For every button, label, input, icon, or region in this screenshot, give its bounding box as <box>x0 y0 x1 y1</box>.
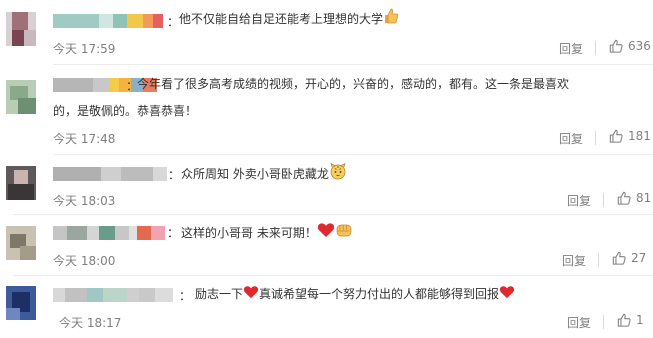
comment-list: ： 他不仅能自给自足还能考上理想的大学 今天 17:59 回复 636 ： 今年… <box>0 0 653 338</box>
comment-text: 这样的小哥哥 未来可期！ <box>181 221 353 246</box>
separator <box>595 131 596 145</box>
red-heart-emoji <box>243 284 259 306</box>
like-count: 181 <box>628 129 651 143</box>
username[interactable] <box>53 288 173 302</box>
like-count: 27 <box>631 251 647 265</box>
colon: ： <box>167 226 180 240</box>
username[interactable] <box>53 226 165 240</box>
comment-item: ： 励志一下 真诚希望每一个努力付出的人都能够得到回报 今天 18:17 回复 1 <box>0 276 653 338</box>
username[interactable] <box>53 14 163 28</box>
comment-item: ： 他不仅能自给自足还能考上理想的大学 今天 17:59 回复 636 <box>0 0 653 68</box>
reply-button[interactable]: 回复 <box>567 192 591 209</box>
like-button[interactable]: 81 <box>617 191 651 205</box>
avatar[interactable] <box>6 80 36 114</box>
tiger-emoji <box>329 162 347 187</box>
like-button[interactable]: 27 <box>612 251 646 265</box>
comment-text: 他不仅能自给自足还能考上理想的大学 <box>179 8 399 31</box>
thumbs-up-icon <box>609 129 623 143</box>
like-count: 81 <box>636 191 652 205</box>
separator <box>603 315 604 329</box>
comment-item: ： 今年看了很多高考成绩的视频，开心的，兴奋的，感动的，都有。这一条是最喜欢 的… <box>0 68 653 156</box>
reply-button[interactable]: 回复 <box>559 40 583 57</box>
comment-text-line-1: 今年看了很多高考成绩的视频，开心的，兴奋的，感动的，都有。这一条是最喜欢 <box>137 77 570 91</box>
comment-text: 励志一下 真诚希望每一个努力付出的人都能够得到回报 <box>195 283 515 306</box>
username[interactable] <box>53 167 167 181</box>
separator <box>598 253 599 267</box>
colon: ： <box>179 289 192 303</box>
comment-time: 今天 17:48 <box>53 132 116 146</box>
thumbs-up-icon <box>612 251 626 265</box>
avatar[interactable] <box>6 286 36 320</box>
avatar[interactable] <box>6 226 36 260</box>
thumbs-up-icon <box>617 191 631 205</box>
avatar[interactable] <box>6 12 36 46</box>
reply-button[interactable]: 回复 <box>559 130 583 147</box>
like-button[interactable]: 181 <box>609 129 651 143</box>
comment-time: 今天 17:59 <box>53 42 116 56</box>
separator <box>595 41 596 55</box>
comment-text-line-2: 的，是敬佩的。恭喜恭喜！ <box>53 104 198 118</box>
divider <box>53 154 653 155</box>
red-heart-emoji <box>499 284 515 306</box>
colon: ： <box>167 15 180 29</box>
comment-text: 众所周知 外卖小哥卧虎藏龙 <box>181 162 347 187</box>
thumbs-up-icon <box>609 39 623 53</box>
like-count: 1 <box>636 313 644 327</box>
like-button[interactable]: 636 <box>609 39 651 53</box>
comment-item: ： 这样的小哥哥 未来可期！ 今天 18:00 回复 27 <box>0 214 653 276</box>
comment-time: 今天 18:03 <box>53 194 116 208</box>
avatar[interactable] <box>6 166 36 200</box>
comment-time: 今天 18:00 <box>53 254 116 268</box>
comment-item: ： 众所周知 外卖小哥卧虎藏龙 今天 18:03 回复 81 <box>0 156 653 215</box>
like-button[interactable]: 1 <box>617 313 644 327</box>
thumbs-up-icon <box>617 313 631 327</box>
red-heart-emoji <box>317 222 335 245</box>
thumbs-up-emoji <box>383 8 399 31</box>
divider <box>53 64 653 65</box>
separator <box>603 193 604 207</box>
fist-emoji <box>335 221 353 246</box>
reply-button[interactable]: 回复 <box>567 314 591 331</box>
like-count: 636 <box>628 39 651 53</box>
colon: ： <box>168 168 181 182</box>
comment-time: 今天 18:17 <box>59 316 122 330</box>
reply-button[interactable]: 回复 <box>562 252 586 269</box>
